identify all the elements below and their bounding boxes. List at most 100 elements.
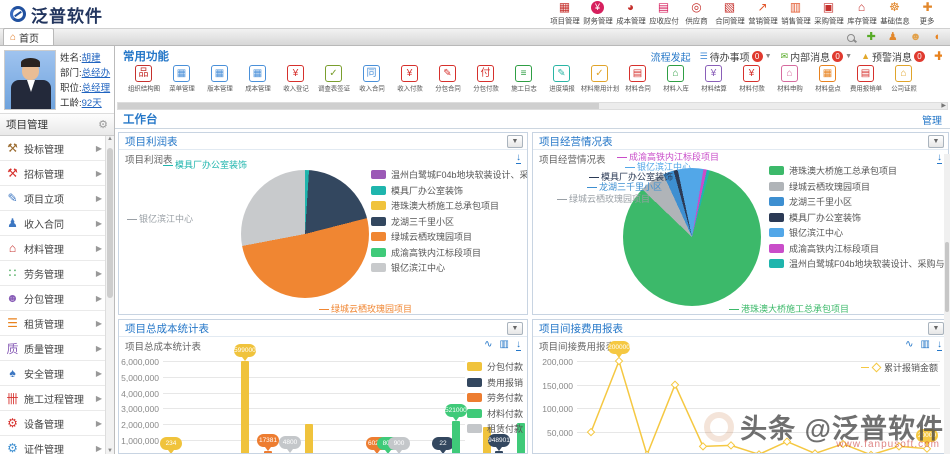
sidebar-item-项目立项[interactable]: ✎项目立项▶: [0, 186, 105, 211]
module-nav-item[interactable]: ▦项目管理: [548, 1, 581, 27]
function-收入登记[interactable]: ¥收入登记: [277, 65, 314, 101]
function-版本管理[interactable]: ▦版本管理: [201, 65, 238, 101]
horizontal-scrollbar[interactable]: ▶: [117, 102, 948, 110]
function-材料入库[interactable]: ⌂材料入库: [657, 65, 694, 101]
legend-item[interactable]: 成渝高铁内江标段项目: [769, 241, 948, 257]
legend-item[interactable]: 绿城云栖玫瑰园项目: [371, 229, 527, 245]
sales-icon: ▥: [790, 1, 801, 14]
download-icon[interactable]: ↓: [937, 339, 942, 351]
sidebar-item-租赁管理[interactable]: ☰租赁管理▶: [0, 311, 105, 336]
legend-item[interactable]: 港珠澳大桥施工总承包项目: [371, 198, 527, 214]
legend-item[interactable]: 劳务付款: [467, 390, 523, 406]
line-chart-icon[interactable]: ∿: [484, 339, 492, 351]
line-chart-icon[interactable]: ∿: [905, 339, 913, 351]
bar-chart-icon[interactable]: ▥: [921, 339, 930, 351]
quicklink-待办事项[interactable]: ☰待办事项0▼: [700, 49, 772, 64]
function-施工日志[interactable]: ≡施工日志: [505, 65, 542, 101]
function-收入付款[interactable]: ¥收入付款: [391, 65, 428, 101]
legend-item[interactable]: 银亿滨江中心: [769, 225, 948, 241]
quicklink-预警消息[interactable]: ▲预警消息0: [861, 49, 925, 64]
function-调查表签证[interactable]: ✓调查表签证: [315, 65, 352, 101]
legend-item[interactable]: 温州白鹭城F04b地块软装设计、采购与布置工程: [769, 256, 948, 272]
legend-item[interactable]: 银亿滨江中心: [371, 260, 527, 276]
sidebar-item-劳务管理[interactable]: ∷劳务管理▶: [0, 261, 105, 286]
profile-field-value[interactable]: 总经理: [82, 83, 111, 94]
sidebar-item-投标管理[interactable]: ⚒投标管理▶: [0, 136, 105, 161]
sidebar-scrollbar[interactable]: ▲▼: [105, 136, 114, 454]
function-分包付款[interactable]: 付分包付款: [467, 65, 504, 101]
legend-item[interactable]: 龙湖三千里小区: [371, 214, 527, 230]
profile-field-value[interactable]: 92天: [82, 98, 102, 109]
panel-collapse-button[interactable]: ▼: [507, 135, 523, 148]
legend-item[interactable]: 模具厂办公室装饰: [371, 183, 527, 199]
module-nav-item[interactable]: ▥销售管理: [779, 1, 812, 27]
panel-collapse-button[interactable]: ▼: [507, 322, 523, 335]
legend-item[interactable]: 模具厂办公室装饰: [769, 210, 948, 226]
panel-collapse-button[interactable]: ▼: [928, 135, 944, 148]
search-icon[interactable]: [847, 34, 855, 42]
sidebar-item-分包管理[interactable]: ☻分包管理▶: [0, 286, 105, 311]
legend-item[interactable]: 租赁付款: [467, 421, 523, 437]
function-材料需用计划[interactable]: ✓材料需用计划: [581, 65, 618, 101]
profile-field-value[interactable]: 胡建: [82, 53, 101, 64]
tab-home[interactable]: ⌂ 首页: [3, 28, 54, 45]
function-进度填报[interactable]: ✎进度填报: [543, 65, 580, 101]
chevron-right-icon: ▶: [96, 169, 102, 178]
panel-tools: ∿ ▥ ↓: [484, 339, 521, 351]
sidebar-item-质量管理[interactable]: 质质量管理▶: [0, 336, 105, 361]
legend-item[interactable]: 温州白鹭城F04b地块软装设计、采购与布置工程: [371, 167, 527, 183]
module-nav-item[interactable]: ✚更多: [911, 1, 944, 27]
legend-item[interactable]: 分包付款: [467, 359, 523, 375]
legend-item[interactable]: 龙湖三千里小区: [769, 194, 948, 210]
legend-item[interactable]: 绿城云栖玫瑰园项目: [769, 179, 948, 195]
function-材料合同[interactable]: ▤材料合同: [619, 65, 656, 101]
function-收入合同[interactable]: 同收入合同: [353, 65, 390, 101]
module-nav-item[interactable]: ↗营销管理: [746, 1, 779, 27]
manage-link[interactable]: 管理: [922, 112, 942, 127]
gear-icon[interactable]: ⚙: [98, 118, 108, 131]
function-分包合同[interactable]: ✎分包合同: [429, 65, 466, 101]
legend-item[interactable]: 材料付款: [467, 406, 523, 422]
profile-field-value[interactable]: 总经办: [82, 68, 111, 79]
function-菜单管理[interactable]: ▦菜单管理: [163, 65, 200, 101]
legend-item[interactable]: 费用报销: [467, 375, 523, 391]
sidebar-item-安全管理[interactable]: ♠安全管理▶: [0, 361, 105, 386]
function-材料结算[interactable]: ¥材料结算: [695, 65, 732, 101]
quicklink-内部消息[interactable]: ✉内部消息0▼: [781, 49, 852, 64]
sidebar-item-材料管理[interactable]: ⌂材料管理▶: [0, 236, 105, 261]
function-公司证照[interactable]: ⌂公司证照: [885, 65, 922, 101]
module-nav-item[interactable]: ☸基础信息: [878, 1, 911, 27]
module-nav-item[interactable]: ◎供应商: [680, 1, 713, 27]
收入付款-icon: ¥: [401, 65, 418, 82]
sidebar-item-设备管理[interactable]: ⚙设备管理▶: [0, 411, 105, 436]
module-nav-item[interactable]: ⌂库存管理: [845, 1, 878, 27]
module-nav-item[interactable]: ▣采购管理: [812, 1, 845, 27]
launch-flow-link[interactable]: 流程发起: [651, 49, 691, 64]
module-nav-item[interactable]: ¥财务管理: [581, 1, 614, 27]
expand-icon[interactable]: ✚: [867, 32, 876, 43]
download-icon[interactable]: ↓: [516, 152, 521, 164]
module-nav-item[interactable]: ▧合同管理: [713, 1, 746, 27]
sidebar-item-收入合同[interactable]: ♟收入合同▶: [0, 211, 105, 236]
sidebar-item-证件管理[interactable]: ⚙证件管理▶: [0, 436, 105, 454]
sidebar-item-施工过程管理[interactable]: 卌施工过程管理▶: [0, 386, 105, 411]
download-icon[interactable]: ↓: [516, 339, 521, 351]
function-材料付款[interactable]: ¥材料付款: [733, 65, 770, 101]
bar-chart-icon[interactable]: ▥: [500, 339, 509, 351]
function-成本管理[interactable]: ▦成本管理: [239, 65, 276, 101]
module-nav-item[interactable]: ◕成本管理: [614, 1, 647, 27]
function-费用报销单[interactable]: ▤费用报销单: [847, 65, 884, 101]
page-scrollbar[interactable]: [944, 154, 950, 454]
module-nav-item[interactable]: ▤应收应付: [647, 1, 680, 27]
people-icon[interactable]: ☻: [910, 32, 922, 43]
edge-icon[interactable]: ◖: [933, 32, 940, 43]
function-材料盘点[interactable]: ▦材料盘点: [809, 65, 846, 101]
panel-collapse-button[interactable]: ▼: [928, 322, 944, 335]
add-icon[interactable]: ✚: [934, 49, 942, 63]
sidebar-item-招标管理[interactable]: ⚒招标管理▶: [0, 161, 105, 186]
function-材料申购[interactable]: ⌂材料申购: [771, 65, 808, 101]
legend-item[interactable]: 成渝高铁内江标段项目: [371, 245, 527, 261]
function-组织结构图[interactable]: 品组织结构图: [125, 65, 162, 101]
legend-item[interactable]: 港珠澳大桥施工总承包项目: [769, 163, 948, 179]
vest-icon[interactable]: ♟: [888, 32, 898, 43]
